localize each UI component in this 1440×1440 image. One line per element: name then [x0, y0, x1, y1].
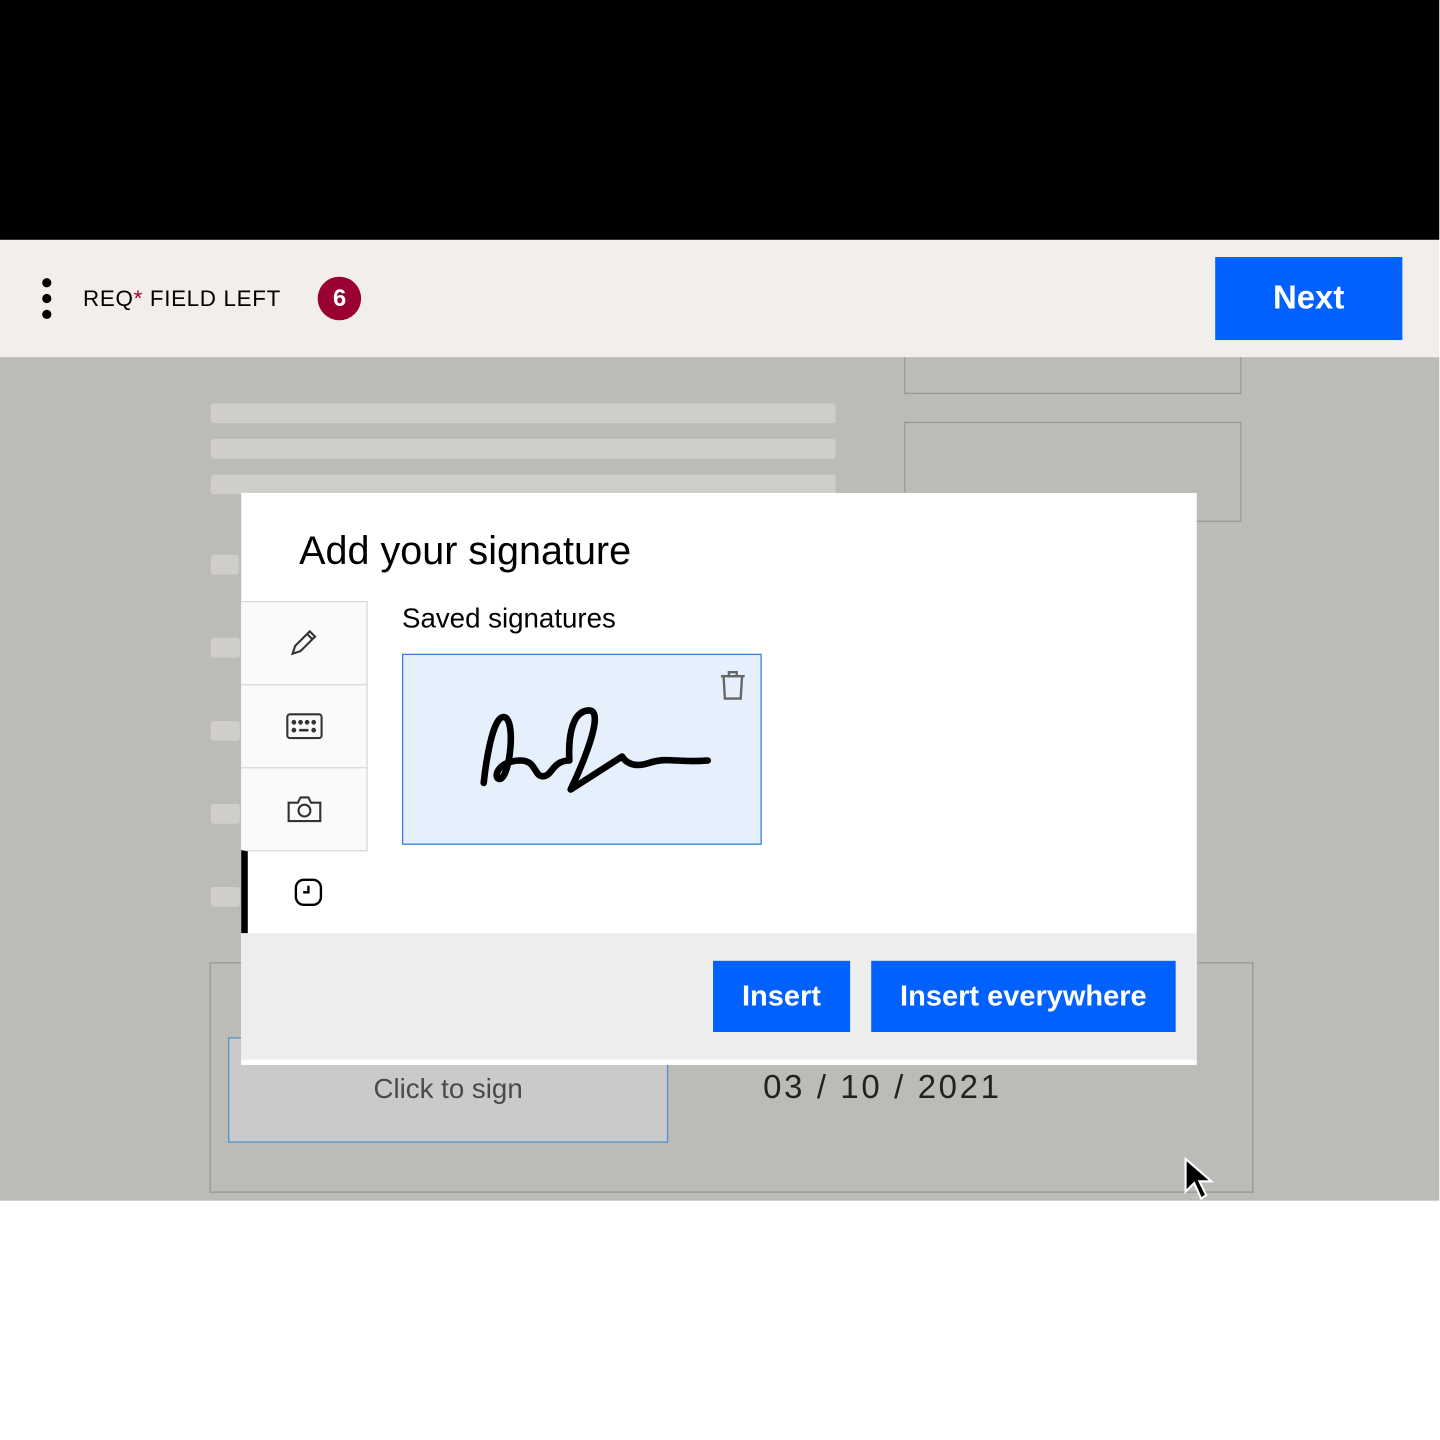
delete-signature-button[interactable] — [718, 668, 747, 702]
keyboard-icon — [285, 713, 322, 739]
next-button[interactable]: Next — [1215, 257, 1402, 340]
required-count-badge: 6 — [318, 277, 361, 320]
saved-signature-card[interactable] — [402, 654, 762, 845]
insert-button[interactable]: Insert — [713, 961, 850, 1032]
window-titlebar-area — [0, 0, 1439, 240]
modal-footer: Insert Insert everywhere — [241, 933, 1197, 1060]
document-canvas: Click to sign 03 / 10 / 2021 Add your si… — [0, 357, 1439, 1201]
date-value: 03 / 10 / 2021 — [763, 1069, 1001, 1107]
more-menu-icon[interactable] — [37, 278, 51, 319]
signature-mode-tabs — [241, 601, 368, 933]
trash-icon — [718, 668, 747, 702]
insert-everywhere-button[interactable]: Insert everywhere — [871, 961, 1176, 1032]
saved-signatures-label: Saved signatures — [402, 604, 1197, 636]
cursor-icon — [1181, 1157, 1218, 1200]
form-box — [904, 357, 1241, 394]
mouse-cursor — [1181, 1157, 1218, 1200]
add-signature-modal: Add your signature — [241, 493, 1197, 1065]
pencil-icon — [288, 627, 320, 659]
tab-saved[interactable] — [241, 850, 368, 933]
tab-type[interactable] — [241, 684, 368, 767]
clock-icon — [293, 878, 322, 907]
toolbar: REQ* FIELD LEFT 6 Next — [0, 240, 1439, 357]
camera-icon — [287, 795, 321, 824]
signature-scribble — [444, 697, 721, 802]
modal-title: Add your signature — [241, 493, 1197, 575]
tab-draw[interactable] — [241, 601, 368, 684]
signature-placeholder: Click to sign — [374, 1074, 523, 1106]
tab-photo[interactable] — [241, 767, 368, 850]
required-fields-label: REQ* FIELD LEFT — [83, 285, 281, 311]
